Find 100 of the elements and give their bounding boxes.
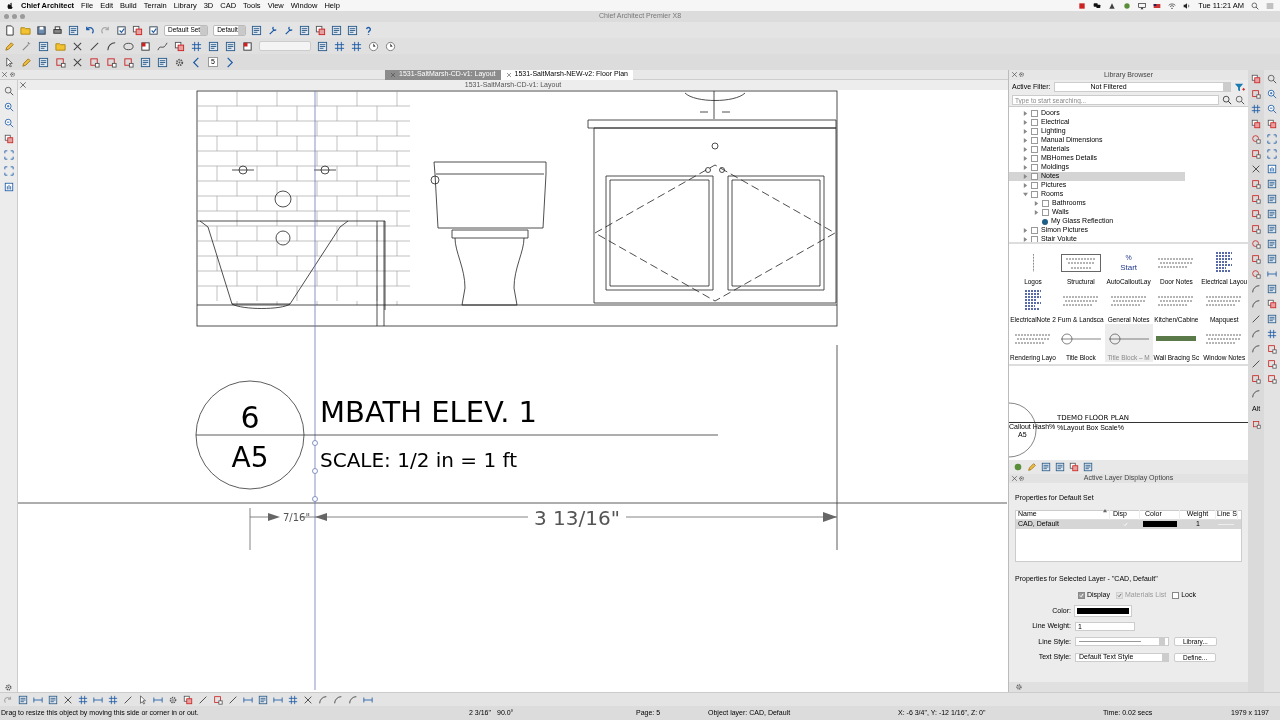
shape-tool-icon[interactable] [1251,224,1261,234]
search-icon[interactable] [1267,74,1277,84]
arc-icon[interactable] [333,694,343,705]
settings-icon[interactable] [1015,683,1023,691]
checkbox[interactable] [1172,591,1180,599]
squares-icon[interactable] [1069,462,1079,472]
shape-tool-icon[interactable] [55,56,66,68]
grid-icon[interactable] [351,40,362,52]
checkbox[interactable] [1031,173,1038,180]
hand-icon[interactable] [1267,164,1277,174]
shape-tool-icon[interactable] [213,694,223,705]
sort-arrow-icon[interactable] [1103,509,1107,514]
checkbox[interactable] [1031,137,1038,144]
cross-icon[interactable] [1,71,8,78]
line-icon[interactable] [89,40,100,52]
panel-icon[interactable] [1267,284,1277,294]
panel-icon[interactable] [1267,314,1277,324]
wrench-icon[interactable] [282,24,294,36]
shape-tool-icon[interactable] [1267,359,1277,369]
search-icon[interactable] [1251,1,1259,10]
panel-icon[interactable] [157,56,168,68]
squares-icon[interactable] [132,24,143,36]
checkbox[interactable] [1078,591,1085,599]
line-icon[interactable] [198,694,208,705]
pencil-icon[interactable] [4,40,15,52]
dropdown-field[interactable] [259,41,311,51]
settings-icon[interactable] [1018,475,1025,482]
cross-icon[interactable] [303,694,313,705]
panel-icon[interactable] [38,40,49,52]
shape-tool-icon[interactable] [106,56,117,68]
disc-icon[interactable] [1013,462,1023,472]
squares-icon[interactable] [1251,74,1261,84]
clock-icon[interactable] [385,40,396,52]
shape-tool-icon[interactable] [1251,374,1261,384]
document-icon[interactable] [4,24,15,36]
shape-tool-icon[interactable] [1267,344,1277,354]
grid-icon[interactable] [288,694,298,705]
grid-icon[interactable] [1251,104,1261,114]
squares-icon[interactable] [1267,299,1277,309]
clock-icon[interactable] [368,40,379,52]
squares-icon[interactable] [1267,119,1277,129]
zoom-out-icon[interactable] [3,118,14,128]
checkbox[interactable] [1031,119,1038,126]
arc-icon[interactable] [318,694,328,705]
cross-icon[interactable] [1011,71,1018,78]
dimension-icon[interactable] [1267,269,1277,279]
shape-tool-icon[interactable] [1251,419,1261,429]
shape-tool-icon[interactable] [1251,194,1261,204]
pencil-icon[interactable] [1027,462,1037,472]
checkbox[interactable] [1031,155,1038,162]
cross-icon[interactable] [19,81,27,89]
panel-icon[interactable] [1267,209,1277,219]
panel-icon[interactable] [1267,194,1277,204]
pencil-icon[interactable] [21,56,32,68]
select-arrow-icon[interactable] [4,56,15,68]
corner-square-icon[interactable] [242,40,253,52]
printer-icon[interactable] [52,24,63,36]
shape-tool-icon[interactable] [1251,209,1261,219]
panel-icon[interactable] [346,24,358,36]
grid-icon[interactable] [191,40,202,52]
line-icon[interactable] [1251,359,1261,369]
color-field[interactable] [1075,605,1131,616]
curve-icon[interactable] [157,40,168,52]
wrench-icon[interactable] [266,24,278,36]
search-icon[interactable] [1222,95,1232,105]
circle-tool-icon[interactable] [1251,269,1261,279]
checkbox-icon[interactable] [116,24,127,36]
fill-window-icon[interactable] [1267,149,1277,159]
checkbox[interactable] [1042,200,1049,207]
panel-icon[interactable] [317,40,328,52]
settings-icon[interactable] [174,56,185,68]
triangle-icon[interactable] [1108,1,1117,10]
squares-icon[interactable] [174,40,185,52]
chevron-right-icon[interactable] [224,56,235,68]
squares-icon[interactable] [3,134,14,144]
panel-icon[interactable] [140,56,151,68]
panel-icon[interactable] [1041,462,1051,472]
panel-icon[interactable] [298,24,310,36]
shape-tool-icon[interactable] [1251,149,1261,159]
panel-icon[interactable] [18,694,28,705]
cross-icon[interactable] [1251,164,1261,174]
wand-icon[interactable] [21,40,32,52]
panel-icon[interactable] [68,24,79,36]
cross-icon[interactable] [72,40,83,52]
panel-icon[interactable] [1267,224,1277,234]
display-icon[interactable] [1138,1,1147,10]
fill-window-icon[interactable] [3,150,14,160]
zoom-in-icon[interactable] [3,102,14,112]
squares-icon[interactable] [1251,119,1261,129]
wifi-icon[interactable] [1168,1,1177,10]
squares-icon[interactable] [314,24,326,36]
cross-icon[interactable] [63,694,73,705]
cross-icon[interactable] [72,56,83,68]
undo-icon[interactable] [84,24,95,36]
grid-icon[interactable] [108,694,118,705]
apple-icon[interactable] [6,1,14,10]
select-arrow-icon[interactable] [138,694,148,705]
search-icon[interactable] [3,86,14,96]
settings-icon[interactable] [4,683,13,692]
panel-icon[interactable] [1267,254,1277,264]
